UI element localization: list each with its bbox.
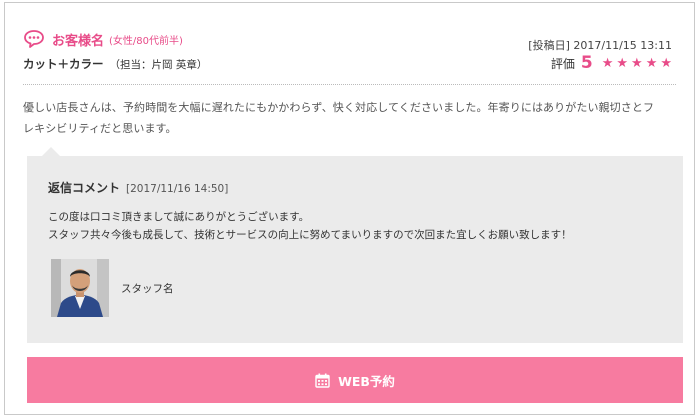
review-body: 優しい店長さんは、予約時間を大幅に遅れたにもかかわらず、快く対応してくださいまし… [23,97,678,139]
star-icon: ★ [616,55,629,71]
review-body-line: レキシビリティだと思います。 [23,122,177,135]
rating-value: 5 [580,53,593,73]
rating-label: 評価 [550,56,575,71]
reply-body-line: スタッフ共々今後も成長して、技術とサービスの向上に努めてまいりますので次回また宜… [48,229,572,241]
rating: 評価 5 ★ ★ ★ ★ ★ [551,53,672,73]
reply-header: 返信コメント [2017/11/16 14:50] [48,179,228,196]
reply-title: 返信コメント [48,181,121,195]
staff-in-charge: （担当：片岡 英章） [109,59,208,71]
menu-name: カット＋カラー [23,57,104,71]
customer-name: お客様名 [52,33,105,49]
staff-row: スタッフ名 [51,259,174,317]
web-reservation-button[interactable]: WEB予約 [27,357,683,403]
star-icon: ★ [660,55,672,71]
review-card: お客様名 (女性/80代前半) [投稿日] 2017/11/15 13:11 カ… [4,2,695,415]
speech-bubble-icon [23,29,45,49]
posted-date: [投稿日] 2017/11/15 13:11 [528,37,672,53]
reply-body: この度は口コミ頂きまして誠にありがとうございます。 スタッフ共々今後も成長して、… [48,208,572,244]
staff-avatar [51,259,109,317]
star-icon: ★ [631,55,643,71]
posted-label: [投稿日] [528,39,570,52]
reply-date: [2017/11/16 14:50] [126,183,229,195]
calendar-icon [315,373,330,388]
reply-body-line: この度は口コミ頂きまして誠にありがとうございます。 [48,211,310,223]
posted-datetime: 2017/11/15 13:11 [573,39,672,52]
reply-box-notch [41,147,61,157]
menu-row: カット＋カラー （担当：片岡 英章） [23,56,207,72]
customer-row: お客様名 (女性/80代前半) [23,29,183,49]
review-body-line: 優しい店長さんは、予約時間を大幅に遅れたにもかかわらず、快く対応してくださいまし… [23,101,655,114]
rating-stars: ★ ★ ★ ★ ★ [599,57,672,70]
web-reservation-label: WEB予約 [338,373,395,389]
star-icon: ★ [645,55,658,71]
review-header: お客様名 (女性/80代前半) [投稿日] 2017/11/15 13:11 カ… [23,23,676,83]
divider [23,84,676,85]
star-icon: ★ [601,55,614,71]
reply-box: 返信コメント [2017/11/16 14:50] この度は口コミ頂きまして誠に… [27,147,683,343]
staff-name: スタッフ名 [121,282,174,295]
customer-attributes: (女性/80代前半) [109,35,183,47]
